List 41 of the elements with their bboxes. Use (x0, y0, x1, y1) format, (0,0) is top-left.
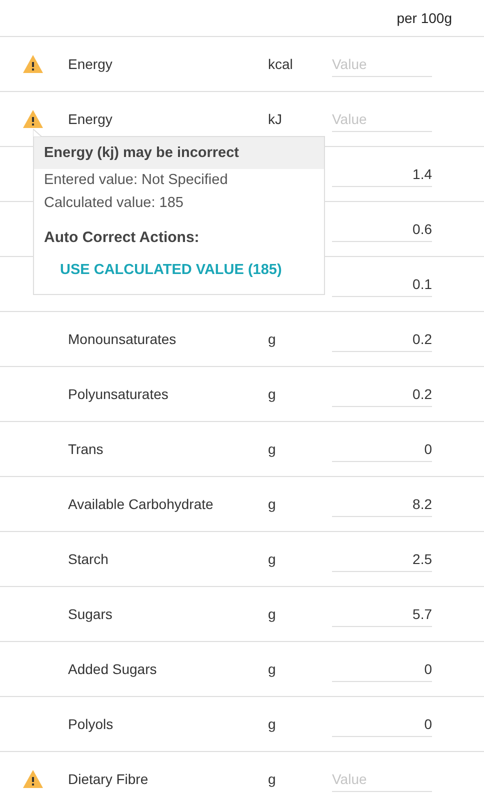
value-field[interactable]: Value (332, 106, 432, 132)
unit-label: g (268, 441, 276, 457)
value-field[interactable]: 0.2 (332, 326, 432, 352)
nutrient-name: Added Sugars (68, 661, 157, 677)
tooltip-text: Entered value: Not Specified (43, 171, 229, 190)
value-field[interactable]: Value (332, 52, 432, 76)
unit-label: g (268, 716, 276, 732)
value-field[interactable]: 2.5 (332, 546, 432, 572)
unit-label: g (268, 496, 276, 512)
nutrient-name: Available Carbohydrate (68, 496, 214, 512)
unit-label: g (268, 771, 276, 787)
unit-label: g (268, 661, 276, 677)
nutrient-name: Energy (68, 56, 112, 72)
nutrient-name: Polyols (68, 716, 114, 732)
unit-label: g (268, 551, 276, 567)
value-field[interactable]: 8.2 (332, 492, 432, 516)
nutrient-name: Sugars (68, 606, 112, 622)
value-field[interactable]: 5.7 (332, 602, 432, 626)
value-field[interactable]: 0 (332, 712, 432, 736)
nutrient-name: Monounsaturates (68, 331, 176, 347)
column-header: per 100g (396, 10, 452, 26)
tooltip-text: Calculated value: 185 (43, 194, 184, 213)
nutrient-name: Trans (68, 441, 104, 457)
unit-label: g (268, 386, 276, 402)
value-field[interactable]: 0 (332, 436, 432, 462)
unit-label: kJ (268, 111, 282, 127)
tooltip-title: Energy (kj) may be incorrect (34, 137, 324, 169)
value-field[interactable]: 1.4 (332, 162, 432, 186)
nutrient-name: Energy (68, 111, 112, 127)
nutrient-name: Starch (68, 551, 108, 567)
nutrient-name: Dietary Fibre (68, 771, 148, 787)
unit-label: g (268, 331, 276, 347)
value-field[interactable]: 0 (332, 656, 432, 682)
value-field[interactable]: 0.2 (332, 382, 432, 406)
value-field[interactable]: 0.1 (332, 272, 432, 296)
value-field[interactable]: 0.6 (332, 216, 432, 242)
value-field[interactable]: Value (332, 766, 432, 792)
unit-label: g (268, 606, 276, 622)
unit-label: kcal (268, 56, 293, 72)
actions-heading: Auto Correct Actions: (43, 228, 200, 246)
nutrient-name: Polyunsaturates (68, 386, 168, 402)
